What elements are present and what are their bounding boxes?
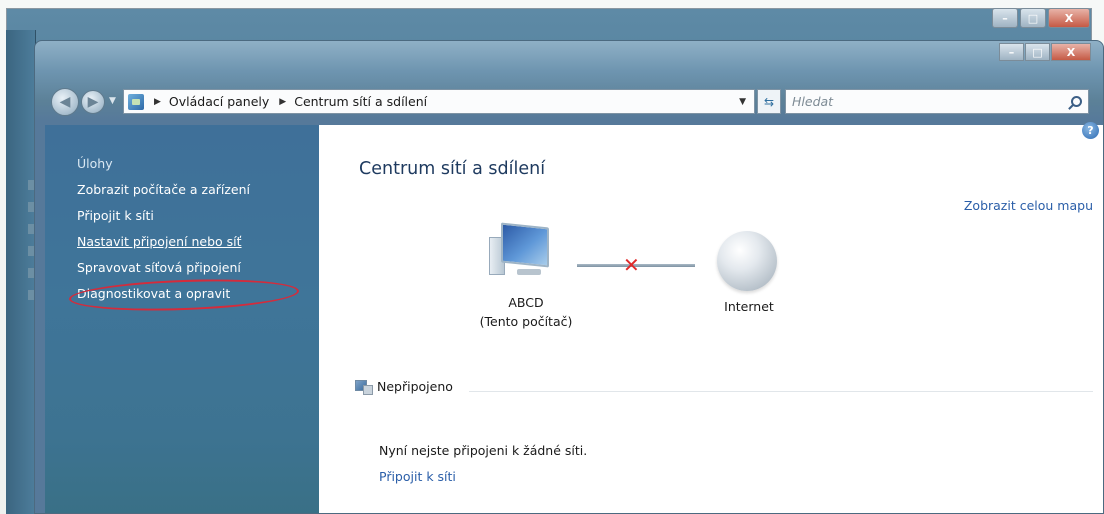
search-box[interactable]: Hledat bbox=[785, 89, 1089, 114]
main-panel: ? Centrum sítí a sdílení Zobrazit celou … bbox=[319, 122, 1103, 513]
background-minimize-button[interactable]: – bbox=[992, 8, 1018, 28]
computer-subtitle: (Tento počítač) bbox=[479, 314, 573, 329]
back-arrow-icon: ◀ bbox=[59, 94, 71, 110]
breadcrumb-separator-icon[interactable]: ▶ bbox=[279, 97, 286, 107]
section-divider bbox=[469, 391, 1093, 392]
refresh-button[interactable]: ⇆ bbox=[757, 89, 781, 114]
not-connected-message: Nyní nejste připojeni k žádné síti. bbox=[379, 443, 588, 458]
help-icon[interactable]: ? bbox=[1082, 122, 1099, 139]
breadcrumb-separator-icon[interactable]: ▶ bbox=[154, 97, 161, 107]
view-full-map-link[interactable]: Zobrazit celou mapu bbox=[964, 198, 1093, 213]
sidebar-item-view-computers[interactable]: Zobrazit počítače a zařízení bbox=[77, 177, 319, 203]
window-caption-buttons: – □ X bbox=[999, 43, 1091, 61]
content-area: Úlohy Zobrazit počítače a zařízení Připo… bbox=[45, 122, 1103, 513]
maximize-button[interactable]: □ bbox=[1025, 43, 1050, 61]
network-status-label: Nepřipojeno bbox=[377, 379, 453, 394]
forward-button[interactable]: ▶ bbox=[81, 90, 105, 114]
computer-name: ABCD bbox=[508, 295, 544, 310]
computer-stand bbox=[517, 269, 541, 275]
network-status-icon bbox=[355, 378, 373, 395]
breadcrumb-control-panel[interactable]: Ovládací panely bbox=[169, 94, 269, 109]
computer-monitor bbox=[501, 222, 549, 268]
sidebar-item-manage-connections[interactable]: Spravovat síťová připojení bbox=[77, 255, 319, 281]
address-dropdown-icon[interactable]: ▼ bbox=[739, 97, 746, 107]
background-caption-buttons: – □ X bbox=[992, 8, 1090, 28]
refresh-icon: ⇆ bbox=[763, 94, 775, 109]
background-close-button[interactable]: X bbox=[1048, 8, 1090, 28]
sidebar-item-connect[interactable]: Připojit k síti bbox=[77, 203, 319, 229]
address-bar[interactable]: ▶ Ovládací panely ▶ Centrum sítí a sdíle… bbox=[123, 89, 755, 114]
history-dropdown-icon[interactable]: ▼ bbox=[109, 96, 116, 106]
search-icon[interactable] bbox=[1071, 96, 1082, 107]
back-button[interactable]: ◀ bbox=[51, 88, 79, 116]
network-center-window: – □ X ◀ ▶ ▼ ▶ Ovládací panely ▶ Centrum … bbox=[34, 40, 1104, 514]
sidebar-heading: Úlohy bbox=[77, 156, 113, 171]
breadcrumb-network-center[interactable]: Centrum sítí a sdílení bbox=[294, 94, 427, 109]
search-input[interactable]: Hledat bbox=[792, 94, 833, 109]
computer-icon[interactable] bbox=[487, 221, 555, 281]
forward-arrow-icon: ▶ bbox=[87, 94, 99, 110]
background-maximize-button[interactable]: □ bbox=[1020, 8, 1046, 28]
close-button[interactable]: X bbox=[1051, 43, 1091, 61]
tasks-sidebar: Úlohy Zobrazit počítače a zařízení Připo… bbox=[45, 125, 319, 513]
minimize-button[interactable]: – bbox=[999, 43, 1024, 61]
internet-globe-icon[interactable] bbox=[717, 231, 777, 291]
internet-label: Internet bbox=[724, 299, 774, 314]
page-title: Centrum sítí a sdílení bbox=[359, 159, 546, 179]
computer-label: ABCD (Tento počítač) bbox=[461, 293, 591, 331]
background-window-edge bbox=[6, 30, 36, 514]
disconnected-x-icon[interactable]: ✕ bbox=[623, 253, 640, 277]
navigation-bar: ◀ ▶ ▼ ▶ Ovládací panely ▶ Centrum sítí a… bbox=[35, 85, 1103, 119]
connect-to-network-link[interactable]: Připojit k síti bbox=[379, 469, 456, 484]
sidebar-item-setup-connection[interactable]: Nastavit připojení nebo síť bbox=[77, 229, 319, 255]
control-panel-icon bbox=[128, 93, 144, 110]
